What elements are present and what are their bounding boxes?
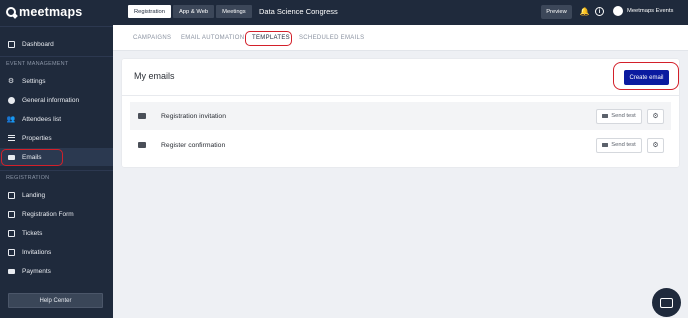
sidebar-item-label: Invitations <box>22 248 52 256</box>
section-registration: REGISTRATION <box>6 175 50 181</box>
sidebar-item-label: Dashboard <box>22 40 54 48</box>
sidebar-item-settings[interactable]: ⚙ Settings <box>0 72 113 90</box>
sidebar-item-dashboard[interactable]: Dashboard <box>0 35 113 53</box>
page-title: My emails <box>134 71 175 81</box>
logo[interactable]: meetmaps <box>6 5 82 19</box>
top-bar: Registration App & Web Meetings Data Sci… <box>113 0 688 25</box>
sidebar-item-label: Payments <box>22 267 51 275</box>
users-icon: 👥 <box>6 116 16 123</box>
tab-campaigns[interactable]: CAMPAIGNS <box>133 35 171 41</box>
sidebar-item-invitations[interactable]: Invitations <box>0 243 113 261</box>
sidebar-item-payments[interactable]: Payments <box>0 262 113 280</box>
email-subtabs: CAMPAIGNS EMAIL AUTOMATION TEMPLATES SCH… <box>113 25 688 51</box>
sidebar-item-label: Attendees list <box>22 115 62 123</box>
sidebar-item-tickets[interactable]: Tickets <box>0 224 113 242</box>
tab-registration[interactable]: Registration <box>128 5 171 18</box>
sidebar: meetmaps Dashboard EVENT MANAGEMENT ⚙ Se… <box>0 0 113 318</box>
dashboard-icon <box>7 40 15 48</box>
sidebar-divider <box>0 26 113 27</box>
settings-button[interactable]: ⚙ <box>647 137 664 153</box>
send-test-button[interactable]: Send test <box>596 137 642 153</box>
tab-scheduled-emails[interactable]: SCHEDULED EMAILS <box>299 35 364 41</box>
user-menu[interactable]: Meetmaps Events <box>613 6 673 16</box>
sidebar-item-label: Tickets <box>22 229 43 237</box>
list-item[interactable]: Register confirmation Send test ⚙ <box>130 131 671 159</box>
gear-icon: ⚙ <box>652 142 659 149</box>
sidebar-item-general-information[interactable]: General information <box>0 91 113 109</box>
card-icon <box>7 267 15 275</box>
card-divider <box>122 95 679 96</box>
invitation-icon <box>7 248 15 256</box>
avatar <box>613 6 623 16</box>
list-item[interactable]: Registration invitation Send test ⚙ <box>130 102 671 130</box>
sidebar-item-landing[interactable]: Landing <box>0 186 113 204</box>
info-icon <box>7 96 15 104</box>
sidebar-item-label: Landing <box>22 191 46 199</box>
email-template-name: Registration invitation <box>161 112 226 120</box>
create-email-highlight-ring <box>613 62 679 90</box>
envelope-icon <box>602 113 609 119</box>
preview-button[interactable]: Preview <box>541 5 572 19</box>
help-center-button[interactable]: Help Center <box>8 293 103 308</box>
send-test-label: Send test <box>611 113 636 119</box>
sidebar-divider <box>0 56 113 57</box>
envelope-icon <box>138 113 146 119</box>
sidebar-item-registration-form[interactable]: Registration Form <box>0 205 113 223</box>
ticket-icon <box>7 229 15 237</box>
landing-icon <box>7 191 15 199</box>
envelope-icon <box>138 142 146 148</box>
sidebar-item-label: Registration Form <box>22 210 74 218</box>
bell-icon[interactable]: 🔔 <box>580 7 590 16</box>
templates-highlight-ring <box>245 31 292 46</box>
chat-icon <box>660 297 673 308</box>
meetmaps-logo-icon <box>6 7 16 17</box>
info-icon[interactable]: i <box>595 7 604 16</box>
settings-button[interactable]: ⚙ <box>647 108 664 124</box>
emails-highlight-ring <box>1 149 63 166</box>
email-template-name: Register confirmation <box>161 141 226 149</box>
tab-email-automation[interactable]: EMAIL AUTOMATION <box>181 35 244 41</box>
send-test-button[interactable]: Send test <box>596 108 642 124</box>
logo-text: meetmaps <box>19 5 83 19</box>
event-title: Data Science Congress <box>259 7 338 16</box>
send-test-label: Send test <box>611 142 636 148</box>
tab-app-web[interactable]: App & Web <box>172 5 215 18</box>
module-tabs: Registration App & Web Meetings <box>128 5 252 18</box>
form-icon <box>7 210 15 218</box>
envelope-icon <box>602 142 609 148</box>
sidebar-divider <box>0 170 113 171</box>
sidebar-item-attendees-list[interactable]: 👥 Attendees list <box>0 110 113 128</box>
gear-icon: ⚙ <box>652 113 659 120</box>
sidebar-item-properties[interactable]: Properties <box>0 129 113 147</box>
sidebar-item-label: Settings <box>22 77 46 85</box>
tab-meetings[interactable]: Meetings <box>216 5 252 18</box>
sidebar-item-label: Properties <box>22 134 52 142</box>
gear-icon: ⚙ <box>7 78 15 85</box>
list-icon <box>7 134 15 142</box>
chat-widget-button[interactable] <box>652 288 681 317</box>
section-event-management: EVENT MANAGEMENT <box>6 61 69 67</box>
sidebar-item-label: General information <box>22 96 80 104</box>
my-emails-card: My emails Create email Registration invi… <box>122 59 679 167</box>
user-name: Meetmaps Events <box>627 8 674 14</box>
